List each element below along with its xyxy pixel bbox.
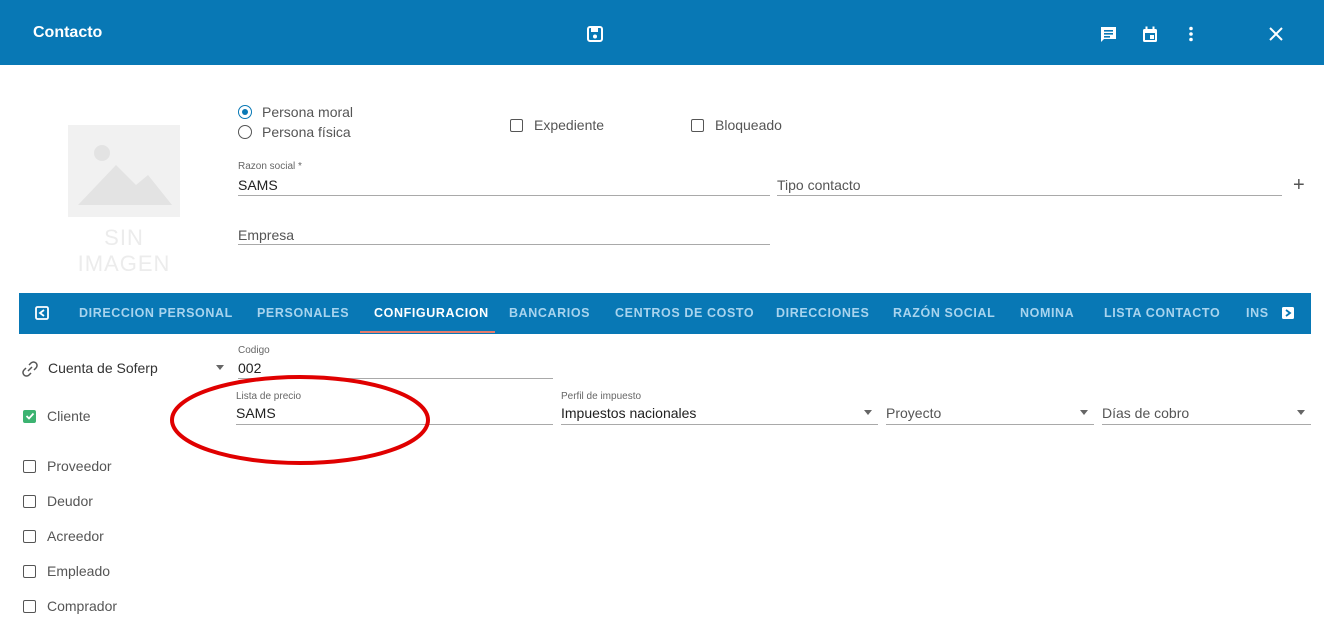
calendar-icon[interactable] (1139, 23, 1161, 45)
dropdown-caret-icon (864, 410, 872, 415)
tipo-contacto-input[interactable]: Tipo contacto (777, 177, 861, 193)
checkbox-icon (23, 599, 36, 613)
razon-social-input[interactable]: SAMS (238, 177, 278, 193)
link-icon (21, 360, 39, 383)
checkbox-icon (23, 564, 36, 578)
no-image-text: SIN IMAGEN (77, 225, 171, 276)
more-vert-icon[interactable] (1180, 23, 1202, 45)
tab-configuracion[interactable]: CONFIGURACION (374, 293, 489, 334)
perfil-impuesto-select[interactable]: Impuestos nacionales (561, 405, 696, 421)
scroll-tabs-right-icon[interactable] (1280, 305, 1296, 321)
checkbox-expediente[interactable]: Expediente (510, 117, 604, 133)
tipo-contacto-underline (777, 195, 1282, 196)
cuenta-soferp-select[interactable]: Cuenta de Soferp (48, 360, 158, 376)
contact-image-placeholder[interactable]: SIN IMAGEN (64, 125, 184, 276)
checkbox-cliente[interactable]: Cliente (23, 408, 91, 424)
proyecto-underline (886, 424, 1094, 425)
tab-ins[interactable]: INS (1246, 293, 1268, 334)
dias-cobro-underline (1102, 424, 1311, 425)
dropdown-caret-icon (1297, 410, 1305, 415)
checkbox-checked-icon (23, 409, 36, 423)
close-icon[interactable] (1265, 23, 1287, 45)
add-tipo-contacto-button[interactable]: + (1293, 174, 1305, 197)
razon-social-underline (238, 195, 770, 196)
checkbox-proveedor[interactable]: Proveedor (23, 458, 112, 474)
checkbox-empleado[interactable]: Empleado (23, 563, 110, 579)
razon-social-label: Razon social * (238, 161, 302, 172)
checkbox-icon (510, 118, 523, 132)
active-tab-indicator (360, 331, 495, 333)
checkbox-icon (23, 529, 36, 543)
checkbox-icon (23, 494, 36, 508)
save-icon[interactable] (584, 23, 606, 45)
checkbox-comprador[interactable]: Comprador (23, 598, 117, 614)
dropdown-caret-icon (1080, 410, 1088, 415)
perfil-impuesto-underline (561, 424, 878, 425)
radio-persona-moral[interactable]: Persona moral (238, 104, 353, 120)
empresa-input[interactable]: Empresa (238, 227, 294, 243)
tab-bancarios[interactable]: BANCARIOS (509, 293, 590, 334)
tab-lista-contacto[interactable]: LISTA CONTACTO (1104, 293, 1220, 334)
page-title: Contacto (33, 24, 103, 41)
codigo-label: Codigo (238, 345, 270, 356)
checkbox-deudor[interactable]: Deudor (23, 493, 93, 509)
comment-icon[interactable] (1097, 23, 1119, 45)
checkbox-icon (691, 118, 704, 132)
proyecto-select[interactable]: Proyecto (886, 405, 941, 421)
radio-unselected-icon (238, 125, 252, 139)
perfil-impuesto-label: Perfil de impuesto (561, 391, 642, 402)
dias-cobro-select[interactable]: Días de cobro (1102, 405, 1189, 421)
tab-nomina[interactable]: NOMINA (1020, 293, 1074, 334)
dropdown-caret-icon (216, 365, 224, 370)
empresa-underline (238, 244, 770, 245)
app-header (0, 0, 1324, 65)
annotation-ellipse (170, 375, 430, 465)
tab-centros-de-costo[interactable]: CENTROS DE COSTO (615, 293, 754, 334)
tabs-bar: DIRECCION PERSONAL PERSONALES CONFIGURAC… (19, 293, 1311, 334)
checkbox-bloqueado[interactable]: Bloqueado (691, 117, 782, 133)
tab-razon-social[interactable]: RAZÓN SOCIAL (893, 293, 995, 334)
codigo-input[interactable]: 002 (238, 360, 261, 373)
radio-persona-fisica[interactable]: Persona física (238, 124, 351, 140)
checkbox-icon (23, 459, 36, 473)
tab-personales[interactable]: PERSONALES (257, 293, 349, 334)
tab-direccion-personal[interactable]: DIRECCION PERSONAL (79, 293, 233, 334)
checkbox-acreedor[interactable]: Acreedor (23, 528, 104, 544)
radio-selected-icon (238, 105, 252, 119)
tab-direcciones[interactable]: DIRECCIONES (776, 293, 869, 334)
scroll-tabs-left-icon[interactable] (34, 305, 50, 321)
